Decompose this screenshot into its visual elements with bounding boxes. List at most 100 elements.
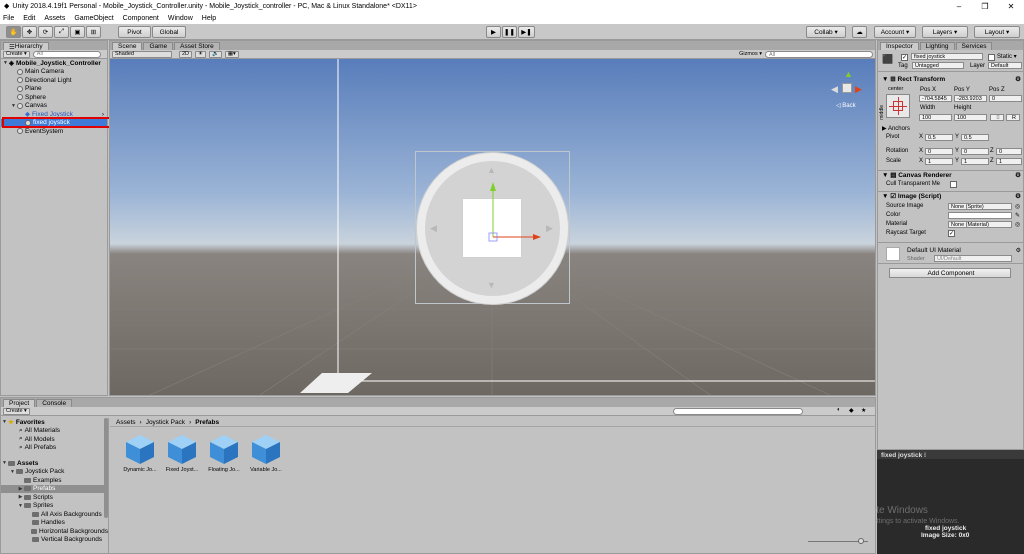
hierarchy-item[interactable]: EventSystem	[1, 127, 107, 136]
assets-header[interactable]: ▼ Assets	[1, 459, 108, 468]
hierarchy-item[interactable]: ▼ Canvas	[1, 102, 107, 111]
layout-button[interactable]: Layout ▾	[974, 26, 1020, 38]
asset-item[interactable]: Fixed Joyst...	[162, 433, 202, 473]
raw-edit-button[interactable]: R	[1006, 114, 1020, 121]
object-name-field[interactable]: fixed joystick	[911, 53, 983, 60]
project-search-input[interactable]	[673, 408, 803, 415]
menu-file[interactable]: File	[3, 15, 14, 22]
scale-z-field[interactable]: 1	[996, 158, 1022, 165]
hierarchy-item[interactable]: Sphere	[1, 93, 107, 102]
menu-assets[interactable]: Assets	[44, 15, 65, 22]
tab-hierarchy[interactable]: ☰ Hierarchy	[3, 42, 49, 51]
eyedropper-icon[interactable]: ✎	[1015, 212, 1020, 219]
pivot-y-field[interactable]: 0.5	[961, 134, 989, 141]
asset-item[interactable]: Floating Jo...	[204, 433, 244, 473]
tag-dropdown[interactable]: Untagged	[912, 62, 964, 69]
anchor-preset-button[interactable]	[886, 94, 910, 118]
breadcrumb-item[interactable]: Assets	[116, 419, 136, 426]
raycast-target-checkbox[interactable]: ✓	[948, 230, 955, 237]
component-settings-icon[interactable]: ⚙	[1016, 247, 1021, 254]
audio-toggle-button[interactable]: 🔈	[208, 50, 222, 58]
project-folder-item[interactable]: Vertical Backgrounds	[1, 536, 108, 545]
tab-console[interactable]: Console	[36, 399, 73, 407]
move-gizmo[interactable]	[465, 179, 545, 259]
cull-transparent-checkbox[interactable]	[950, 181, 957, 188]
hand-tool-button[interactable]: ✋	[6, 26, 21, 38]
scene-viewport[interactable]: ▲ ▼ ◀ ▶ ▲ ▶ ◀ ◁ Back	[110, 59, 875, 395]
pos-z-field[interactable]: 0	[989, 95, 1022, 102]
source-image-field[interactable]: None (Sprite)	[948, 203, 1012, 210]
material-field[interactable]: None (Material)	[948, 221, 1012, 228]
object-picker-icon[interactable]: ◎	[1015, 203, 1020, 210]
pivot-toggle-button[interactable]: Pivot	[118, 26, 151, 38]
breadcrumb-item[interactable]: Joystick Pack	[146, 419, 185, 426]
favorite-item[interactable]: ⌕ All Prefabs	[1, 444, 108, 453]
rotate-tool-button[interactable]: ⟳	[38, 26, 53, 38]
component-settings-icon[interactable]: ⚙	[1015, 171, 1021, 179]
tab-scene[interactable]: Scene	[112, 42, 143, 50]
static-checkbox[interactable]	[988, 54, 995, 61]
project-folder-item[interactable]: ▶ Prefabs	[1, 484, 108, 493]
menu-component[interactable]: Component	[123, 15, 159, 22]
tab-lighting[interactable]: Lighting	[919, 42, 955, 50]
cloud-button[interactable]: ☁	[852, 26, 867, 38]
scene-root-item[interactable]: ▼ ◈ Mobile_Joystick_Controller	[1, 59, 107, 68]
shading-mode-dropdown[interactable]: Shaded	[112, 50, 172, 58]
tab-asset-store[interactable]: Asset Store	[174, 42, 220, 50]
account-button[interactable]: Account ▾	[874, 26, 916, 38]
project-folder-item[interactable]: Handles	[1, 519, 108, 528]
project-folder-item[interactable]: All Axis Backgrounds	[1, 510, 108, 519]
collab-button[interactable]: Collab ▾	[806, 26, 846, 38]
move-tool-button[interactable]: ✥	[22, 26, 37, 38]
preview-header[interactable]: fixed joystick ⁝	[877, 450, 1024, 459]
icon-size-slider[interactable]	[808, 538, 868, 544]
pos-y-field[interactable]: -283.9203	[954, 95, 987, 102]
width-field[interactable]: 100	[919, 114, 952, 121]
orientation-gizmo[interactable]: ▲ ▶ ◀ ◁ Back	[828, 69, 868, 109]
pivot-x-field[interactable]: 0.5	[925, 134, 953, 141]
tab-inspector[interactable]: Inspector	[880, 42, 919, 50]
color-swatch[interactable]	[948, 212, 1012, 219]
layer-dropdown[interactable]: Default	[988, 62, 1022, 69]
project-folder-item[interactable]: ▼ Sprites	[1, 502, 108, 511]
height-field[interactable]: 100	[954, 114, 987, 121]
component-settings-icon[interactable]: ⚙	[1015, 75, 1021, 83]
minimize-button[interactable]: –	[946, 0, 972, 12]
hierarchy-search-input[interactable]: All	[32, 50, 101, 58]
tab-services[interactable]: Services	[955, 42, 993, 50]
favorite-item[interactable]: ⌕ All Models	[1, 435, 108, 444]
rotation-x-field[interactable]: 0	[925, 148, 953, 155]
gizmo-y-cone-icon[interactable]: ▲	[844, 69, 853, 79]
play-button[interactable]: ▶	[486, 26, 501, 38]
gizmos-dropdown[interactable]: Gizmos ▾	[739, 51, 762, 58]
breadcrumb-item[interactable]: Prefabs	[195, 419, 219, 426]
image-enabled-checkbox[interactable]: ☑	[890, 193, 898, 200]
layers-button[interactable]: Layers ▾	[922, 26, 968, 38]
menu-gameobject[interactable]: GameObject	[74, 15, 113, 22]
expand-arrow-icon[interactable]: ▼	[9, 469, 16, 475]
gizmo-x-cone-icon[interactable]: ▶	[855, 84, 862, 95]
hierarchy-item[interactable]: Directional Light	[1, 76, 107, 85]
project-create-button[interactable]: Create ▾	[3, 407, 30, 415]
lighting-toggle-button[interactable]: ☀	[195, 50, 206, 58]
project-folder-item[interactable]: Examples	[1, 476, 108, 485]
gizmo-z-cone-icon[interactable]: ◀	[831, 84, 838, 95]
hierarchy-item[interactable]: Plane	[1, 85, 107, 94]
asset-item[interactable]: Variable Jo...	[246, 433, 286, 473]
active-checkbox[interactable]: ✓	[901, 54, 908, 61]
maximize-button[interactable]: ❐	[972, 0, 998, 12]
image-script-header[interactable]: ▼ ☑ Image (Script) ⚙	[878, 191, 1024, 200]
anchors-foldout[interactable]: ▶ Anchors	[882, 125, 910, 132]
shader-dropdown[interactable]: UI/Default	[934, 255, 1012, 262]
filter-type-icon[interactable]: ◐	[837, 407, 841, 413]
rotation-z-field[interactable]: 0	[996, 148, 1022, 155]
hierarchy-item[interactable]: Main Camera	[1, 68, 107, 77]
transform-tool-button[interactable]: ⊞	[86, 26, 101, 38]
project-folder-item[interactable]: ▶ Scripts	[1, 493, 108, 502]
step-button[interactable]: ▶❚	[518, 26, 535, 38]
object-picker-icon[interactable]: ◎	[1015, 221, 1020, 228]
expand-arrow-icon[interactable]: ▼	[17, 503, 24, 509]
favorite-star-icon[interactable]: ★	[861, 407, 866, 414]
scene-search-input[interactable]: All	[765, 51, 873, 58]
favorites-header[interactable]: ▼ ★ Favorites	[1, 418, 108, 427]
